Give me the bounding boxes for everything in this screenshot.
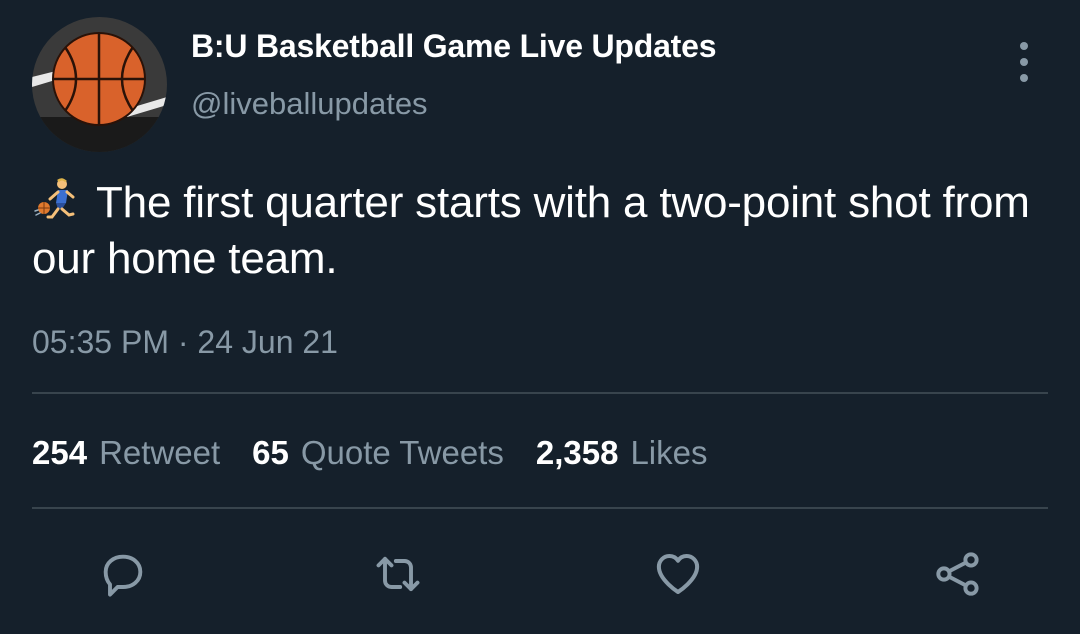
like-button[interactable] [650,546,706,602]
tweet-text: The first quarter starts with a two-poin… [32,175,1042,287]
tweet-timestamp[interactable]: 05:35 PM · 24 Jun 21 [32,324,338,361]
likes-label: Likes [630,434,708,471]
retweet-icon [376,556,420,592]
avatar[interactable] [32,17,167,152]
retweets-stat[interactable]: 254 Retweet [32,434,220,472]
share-button[interactable] [930,546,986,602]
quote-tweets-label: Quote Tweets [300,434,504,471]
person-bouncing-ball-icon [32,177,82,221]
likes-count: 2,358 [535,434,619,471]
tweet-stats: 254 Retweet 65 Quote Tweets 2,358 Likes [32,434,740,472]
share-icon [936,552,979,596]
author-handle[interactable]: @liveballupdates [191,86,428,122]
tweet-text-content: The first quarter starts with a two-poin… [32,178,1030,283]
reply-icon [103,554,143,597]
likes-stat[interactable]: 2,358 Likes [536,434,708,472]
retweets-label: Retweet [99,434,221,471]
more-options-icon[interactable] [1010,42,1038,82]
author-display-name[interactable]: B:U Basketball Game Live Updates [191,28,717,65]
divider [32,392,1048,394]
basketball-icon [32,17,167,152]
retweet-button[interactable] [370,546,426,602]
quote-tweets-stat[interactable]: 65 Quote Tweets [252,434,504,472]
divider [32,507,1048,509]
reply-button[interactable] [95,546,151,602]
retweets-count: 254 [32,434,88,471]
quote-tweets-count: 65 [252,434,289,471]
like-icon [656,553,700,595]
